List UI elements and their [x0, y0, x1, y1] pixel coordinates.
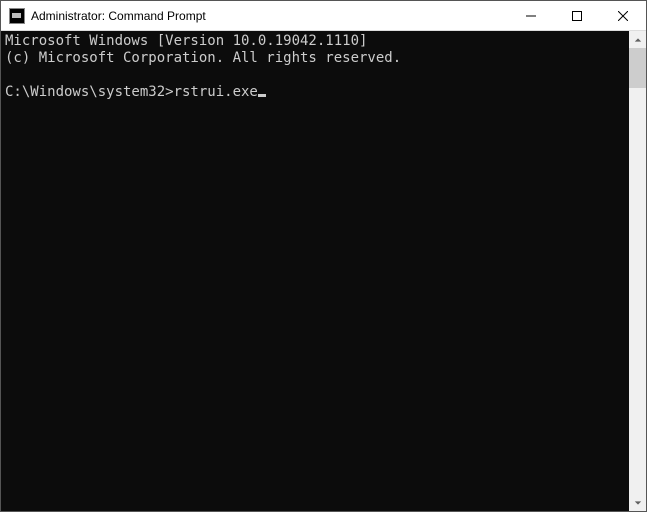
cmd-icon — [9, 8, 25, 24]
scroll-up-button[interactable] — [629, 31, 646, 48]
cursor — [258, 94, 266, 97]
vertical-scrollbar[interactable] — [629, 31, 646, 511]
terminal-output[interactable]: Microsoft Windows [Version 10.0.19042.11… — [1, 31, 629, 511]
client-area: Microsoft Windows [Version 10.0.19042.11… — [1, 31, 646, 511]
scroll-thumb[interactable] — [629, 48, 646, 88]
titlebar[interactable]: Administrator: Command Prompt — [1, 1, 646, 31]
banner-line-2: (c) Microsoft Corporation. All rights re… — [5, 50, 401, 66]
prompt-line: C:\Windows\system32>rstrui.exe — [5, 84, 266, 100]
close-button[interactable] — [600, 1, 646, 31]
prompt: C:\Windows\system32> — [5, 84, 174, 100]
maximize-button[interactable] — [554, 1, 600, 31]
window-title: Administrator: Command Prompt — [31, 9, 206, 23]
typed-command: rstrui.exe — [174, 84, 258, 100]
scroll-down-button[interactable] — [629, 494, 646, 511]
scroll-track[interactable] — [629, 48, 646, 494]
command-prompt-window: Administrator: Command Prompt Microsoft … — [0, 0, 647, 512]
minimize-button[interactable] — [508, 1, 554, 31]
banner-line-1: Microsoft Windows [Version 10.0.19042.11… — [5, 33, 367, 49]
